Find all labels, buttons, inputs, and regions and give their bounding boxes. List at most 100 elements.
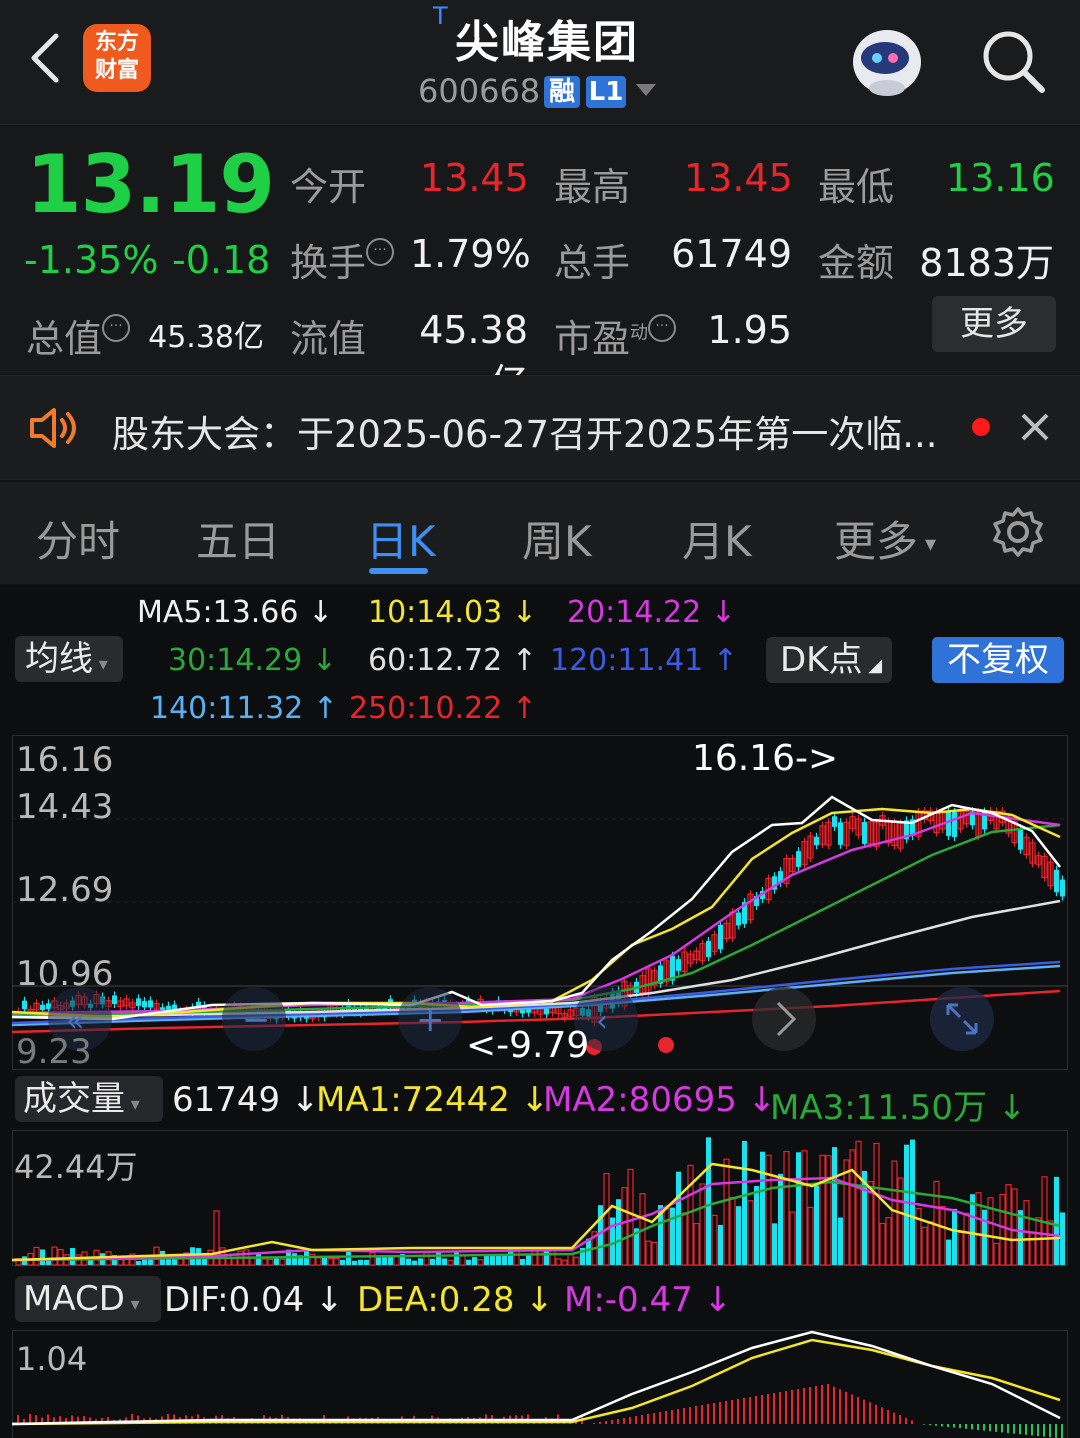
volume-bar	[1029, 1231, 1036, 1266]
volume-bar	[651, 1241, 658, 1266]
mktcap-label[interactable]: 总值 ···	[26, 308, 131, 363]
ma5-text: MA5:13.66	[137, 595, 299, 630]
volume-bar	[789, 1211, 796, 1266]
macd-m: M:-0.47 ↓	[564, 1280, 733, 1320]
signal-dot	[658, 1037, 674, 1053]
dk-point-button[interactable]: DK点 ◢	[766, 637, 892, 683]
tab-more[interactable]: 更多 ▾	[834, 508, 936, 569]
more-quote-button[interactable]: 更多	[932, 296, 1056, 352]
ma-toggle[interactable]: 均线 ▾	[15, 636, 123, 682]
tab-daily-k[interactable]: 日K	[366, 508, 436, 569]
volume-bar	[256, 1253, 261, 1265]
volume-bar	[838, 1217, 843, 1265]
volume-bar	[376, 1257, 381, 1265]
volume-bar	[502, 1254, 507, 1265]
open-label: 今开	[290, 165, 367, 209]
info-icon[interactable]: ···	[102, 314, 131, 342]
volume-bar	[406, 1258, 411, 1265]
volume-bar	[699, 1183, 706, 1266]
volume-bar	[136, 1260, 141, 1265]
pe-label[interactable]: 市盈动 ···	[554, 308, 677, 363]
close-icon[interactable]	[1020, 412, 1050, 442]
candle-body	[946, 811, 951, 836]
price-axis-label: 16.16	[16, 740, 114, 780]
volume-bar	[663, 1207, 670, 1266]
volume-bar	[315, 1257, 322, 1266]
volume-bar	[927, 1221, 934, 1266]
candle-body	[676, 959, 681, 971]
volume-chart[interactable]	[12, 1130, 1068, 1266]
high-label: 最高	[554, 165, 631, 209]
volume-bar	[801, 1150, 808, 1266]
dk-point-label: DK点	[780, 640, 863, 680]
candle-body	[136, 998, 141, 1006]
ma60-text: 60:12.72	[368, 643, 503, 678]
volume-bar	[711, 1214, 718, 1266]
dea-line	[12, 1338, 1061, 1426]
volume-bar	[520, 1259, 525, 1265]
volume-bar	[1018, 1210, 1023, 1265]
open-value: 13.45	[420, 156, 529, 200]
tab-five-day[interactable]: 五日	[196, 508, 280, 569]
volume-bar	[567, 1253, 574, 1266]
tab-intraday[interactable]: 分时	[36, 508, 120, 569]
ma10-value: 10:14.03 ↓	[368, 595, 537, 630]
tab-monthly-k[interactable]: 月K	[682, 508, 752, 569]
volume-bar	[993, 1242, 1000, 1266]
ma20-text: 20:14.22	[567, 595, 702, 630]
macd-indicator-select[interactable]: MACD ▾	[15, 1276, 161, 1322]
volume-bar	[436, 1251, 441, 1265]
volume-bar	[879, 1222, 886, 1266]
dif-line	[12, 1330, 1061, 1426]
back-arrow-icon[interactable]	[22, 28, 72, 88]
candle-body	[40, 1004, 45, 1011]
volume-bar	[957, 1231, 964, 1266]
high-price-marker: 16.16->	[692, 738, 839, 779]
ma30-value: 30:14.29 ↓	[168, 643, 337, 678]
candle-body	[814, 836, 819, 846]
robot-assistant-icon[interactable]	[845, 22, 929, 100]
volume-bar	[496, 1255, 501, 1265]
volume-bar	[327, 1257, 334, 1266]
candle-body	[1018, 828, 1023, 850]
volume-bar	[946, 1239, 951, 1265]
kline-chart[interactable]: « − + ‹	[12, 735, 1068, 1070]
volume-bar	[603, 1172, 610, 1266]
volume-bar	[267, 1258, 274, 1266]
app-logo[interactable]: 东方财富	[83, 24, 151, 92]
volume-bar	[430, 1258, 435, 1265]
adjust-mode-button[interactable]: 不复权	[932, 637, 1064, 683]
macd-m-text: M:-0.47	[564, 1280, 693, 1320]
volume-bar	[477, 1259, 484, 1266]
volume-indicator-select[interactable]: 成交量 ▾	[15, 1076, 163, 1122]
settings-gear-icon[interactable]	[992, 506, 1044, 558]
tab-weekly-k[interactable]: 周K	[522, 508, 592, 569]
volume-bar	[472, 1257, 477, 1265]
turnover-label[interactable]: 换手 ···	[290, 232, 395, 287]
stock-dropdown-icon[interactable]	[636, 84, 656, 96]
volume-bar	[388, 1256, 393, 1265]
macd-chart[interactable]	[12, 1330, 1068, 1438]
turnover-value: 1.79%	[410, 232, 531, 276]
volume-bar	[825, 1155, 832, 1266]
volume-bar	[873, 1142, 880, 1266]
ma120-value: 120:11.41 ↑	[550, 643, 738, 678]
volume-bar	[358, 1259, 363, 1265]
candle-body	[796, 851, 801, 867]
volume-bar	[369, 1252, 376, 1266]
t-trade-mark: T	[433, 2, 448, 30]
pe-dynamic-sup: 动	[630, 322, 649, 344]
stock-name: 尖峰集团	[455, 17, 639, 68]
volume-bar	[466, 1259, 471, 1265]
candle-body	[862, 821, 867, 844]
fullscreen-button	[930, 987, 994, 1051]
info-icon[interactable]: ···	[648, 314, 677, 342]
search-icon[interactable]	[978, 26, 1048, 96]
volume-bar	[681, 1212, 688, 1266]
volume-bar	[867, 1181, 874, 1266]
volume-bar	[484, 1255, 489, 1265]
volume-bar	[1047, 1220, 1054, 1266]
volume-bar	[70, 1248, 75, 1265]
announcement-text[interactable]: 股东大会：于2025-06-27召开2025年第一次临...	[112, 404, 937, 458]
info-icon[interactable]: ···	[366, 238, 395, 266]
